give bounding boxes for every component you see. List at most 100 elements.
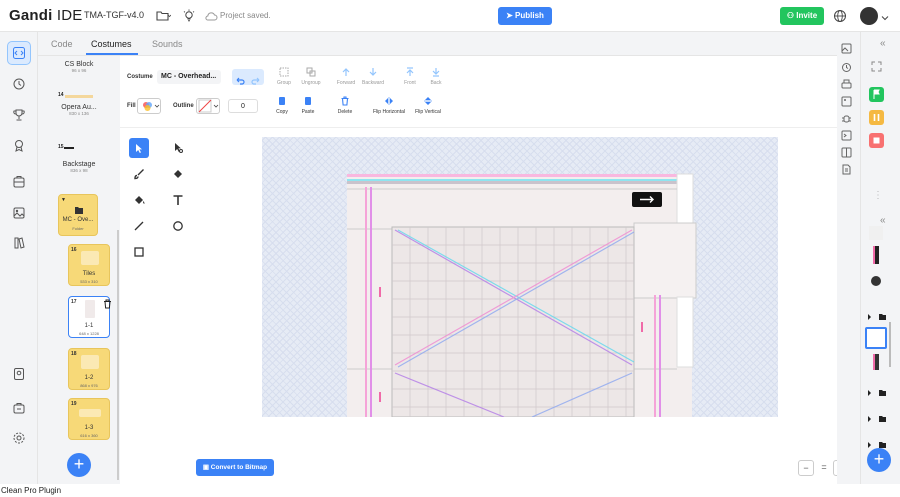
bring-to-front-icon [406,67,414,76]
lightbulb-icon[interactable] [181,8,197,24]
zoom-out-button[interactable]: − [798,460,814,476]
tutorial-rail-button[interactable] [7,362,31,386]
green-flag-button[interactable] [869,87,884,102]
circle-icon [173,221,183,231]
back-button[interactable]: Back [419,67,453,86]
delete-button[interactable]: Delete [328,96,362,115]
library-rail-button[interactable] [7,231,31,255]
folder-icon [868,416,886,422]
flip-vertical-button[interactable]: Flip Vertical [408,96,448,115]
reshape-tool[interactable] [168,138,188,158]
costume-item[interactable]: 14 Opera Au... 830 x 136 [54,92,104,116]
image-icon: ▣ [202,464,211,471]
redo-icon[interactable] [251,72,260,90]
printer-icon[interactable] [841,77,852,95]
tab-costumes[interactable]: Costumes [91,39,132,49]
undo-icon[interactable] [236,72,245,90]
more-options-icon[interactable]: ⋮ [873,190,883,201]
costume-card[interactable]: 18 1-2 868 x 976 [68,348,110,390]
app-logo[interactable]: Gandi IDE [9,7,83,24]
stop-button[interactable] [869,133,884,148]
invite-button[interactable]: ⚇ Invite [780,7,824,25]
costume-card[interactable]: 16 Tiles 533 x 310 [68,244,110,286]
trash-icon[interactable] [103,296,112,314]
select-tool[interactable] [129,138,149,158]
add-costume-button[interactable]: + [67,453,91,477]
outline-color-picker[interactable] [196,98,220,114]
text-tool[interactable] [168,190,188,210]
tab-sounds[interactable]: Sounds [152,39,183,49]
sprite-thumbnail[interactable] [871,276,881,286]
outline-width-input[interactable]: 0 [228,99,258,113]
fullscreen-icon[interactable] [871,59,882,77]
terminal-icon[interactable] [841,128,852,146]
sprite-thumbnail[interactable] [873,354,879,370]
sprite-list-scrollbar[interactable] [889,322,891,367]
costume-thumbnail [85,300,95,318]
costume-thumbnail [64,147,74,149]
costume-item[interactable]: CS Block 96 x 96 [58,61,100,73]
sprite-folder[interactable] [867,410,887,424]
backward-button[interactable]: Backward [356,67,390,86]
collapse-chevron-icon[interactable]: « [880,38,886,49]
folder-menu-icon[interactable] [155,8,172,24]
sprite-folder[interactable] [867,384,887,398]
briefcase-rail-button[interactable] [7,396,31,420]
project-name[interactable]: TMA-TGF-v4.0 [84,10,144,20]
settings-gear-icon[interactable] [7,426,31,450]
sprite-thumbnail[interactable] [873,246,879,264]
badge-rail-button[interactable] [7,133,31,157]
add-sprite-button[interactable]: + [867,448,891,472]
top-bar: Gandi IDE TMA-TGF-v4.0 Project saved. ➤ … [0,0,900,32]
eraser-tool[interactable] [168,164,188,184]
publish-button[interactable]: ➤ Publish [498,7,552,25]
convert-to-bitmap-button[interactable]: ▣ Convert to Bitmap [196,459,274,476]
left-rail [0,32,38,484]
picture-icon[interactable] [841,94,852,112]
sprite-folder[interactable] [867,308,887,322]
costume-folder[interactable]: ▼ MC - Ove... Folder [58,194,98,236]
costume-list-scrollbar[interactable] [117,230,119,480]
tab-code[interactable]: Code [51,39,73,49]
flip-horizontal-button[interactable]: Flip Horizontal [367,96,411,115]
costume-card-selected[interactable]: 17 1-1 648 x 1228 [68,296,112,338]
collapse-chevron-icon[interactable]: « [880,215,886,226]
undo-redo-group [232,69,264,85]
ellipse-tool[interactable] [168,216,188,236]
sprite-thumbnail-selected[interactable] [865,327,887,349]
document-icon[interactable] [841,162,852,180]
paste-icon [305,97,311,105]
image-library-icon[interactable] [841,41,852,59]
trophy-rail-button[interactable] [7,103,31,127]
costume-item[interactable]: 15 Backstage 836 x 98 [54,144,104,173]
bug-icon[interactable] [841,111,852,129]
brush-tool[interactable] [129,164,149,184]
costume-thumbnail [81,355,99,369]
chevron-down-icon[interactable] [880,10,896,26]
line-tool[interactable] [129,216,149,236]
history-icon[interactable] [841,60,852,78]
costume-card[interactable]: 19 1-3 616 x 360 [68,398,110,440]
pause-button[interactable] [869,110,884,125]
panels-icon[interactable] [841,145,852,163]
extensions-rail-button[interactable] [7,170,31,194]
costume-name-input[interactable]: MC - Overhead... [157,70,221,84]
globe-icon[interactable] [832,8,848,24]
cursor-arrow-icon [135,143,142,153]
copy-icon [279,97,285,105]
drawing-canvas[interactable] [262,137,778,418]
paste-button[interactable]: Paste [291,96,325,115]
costume-name-label: Costume [127,74,153,80]
fill-tool[interactable] [129,190,149,210]
rectangle-tool[interactable] [129,242,149,262]
zoom-reset-button[interactable]: = [816,460,832,476]
costume-thumbnail [81,251,99,265]
user-avatar[interactable] [860,7,878,25]
assets-rail-button[interactable] [7,201,31,225]
code-editor-rail-button[interactable] [7,41,31,65]
sprite-thumbnail[interactable] [869,226,883,240]
text-icon [173,195,183,205]
ungroup-button[interactable]: Ungroup [294,67,328,86]
history-rail-button[interactable] [7,72,31,96]
fill-color-picker[interactable] [137,98,161,114]
